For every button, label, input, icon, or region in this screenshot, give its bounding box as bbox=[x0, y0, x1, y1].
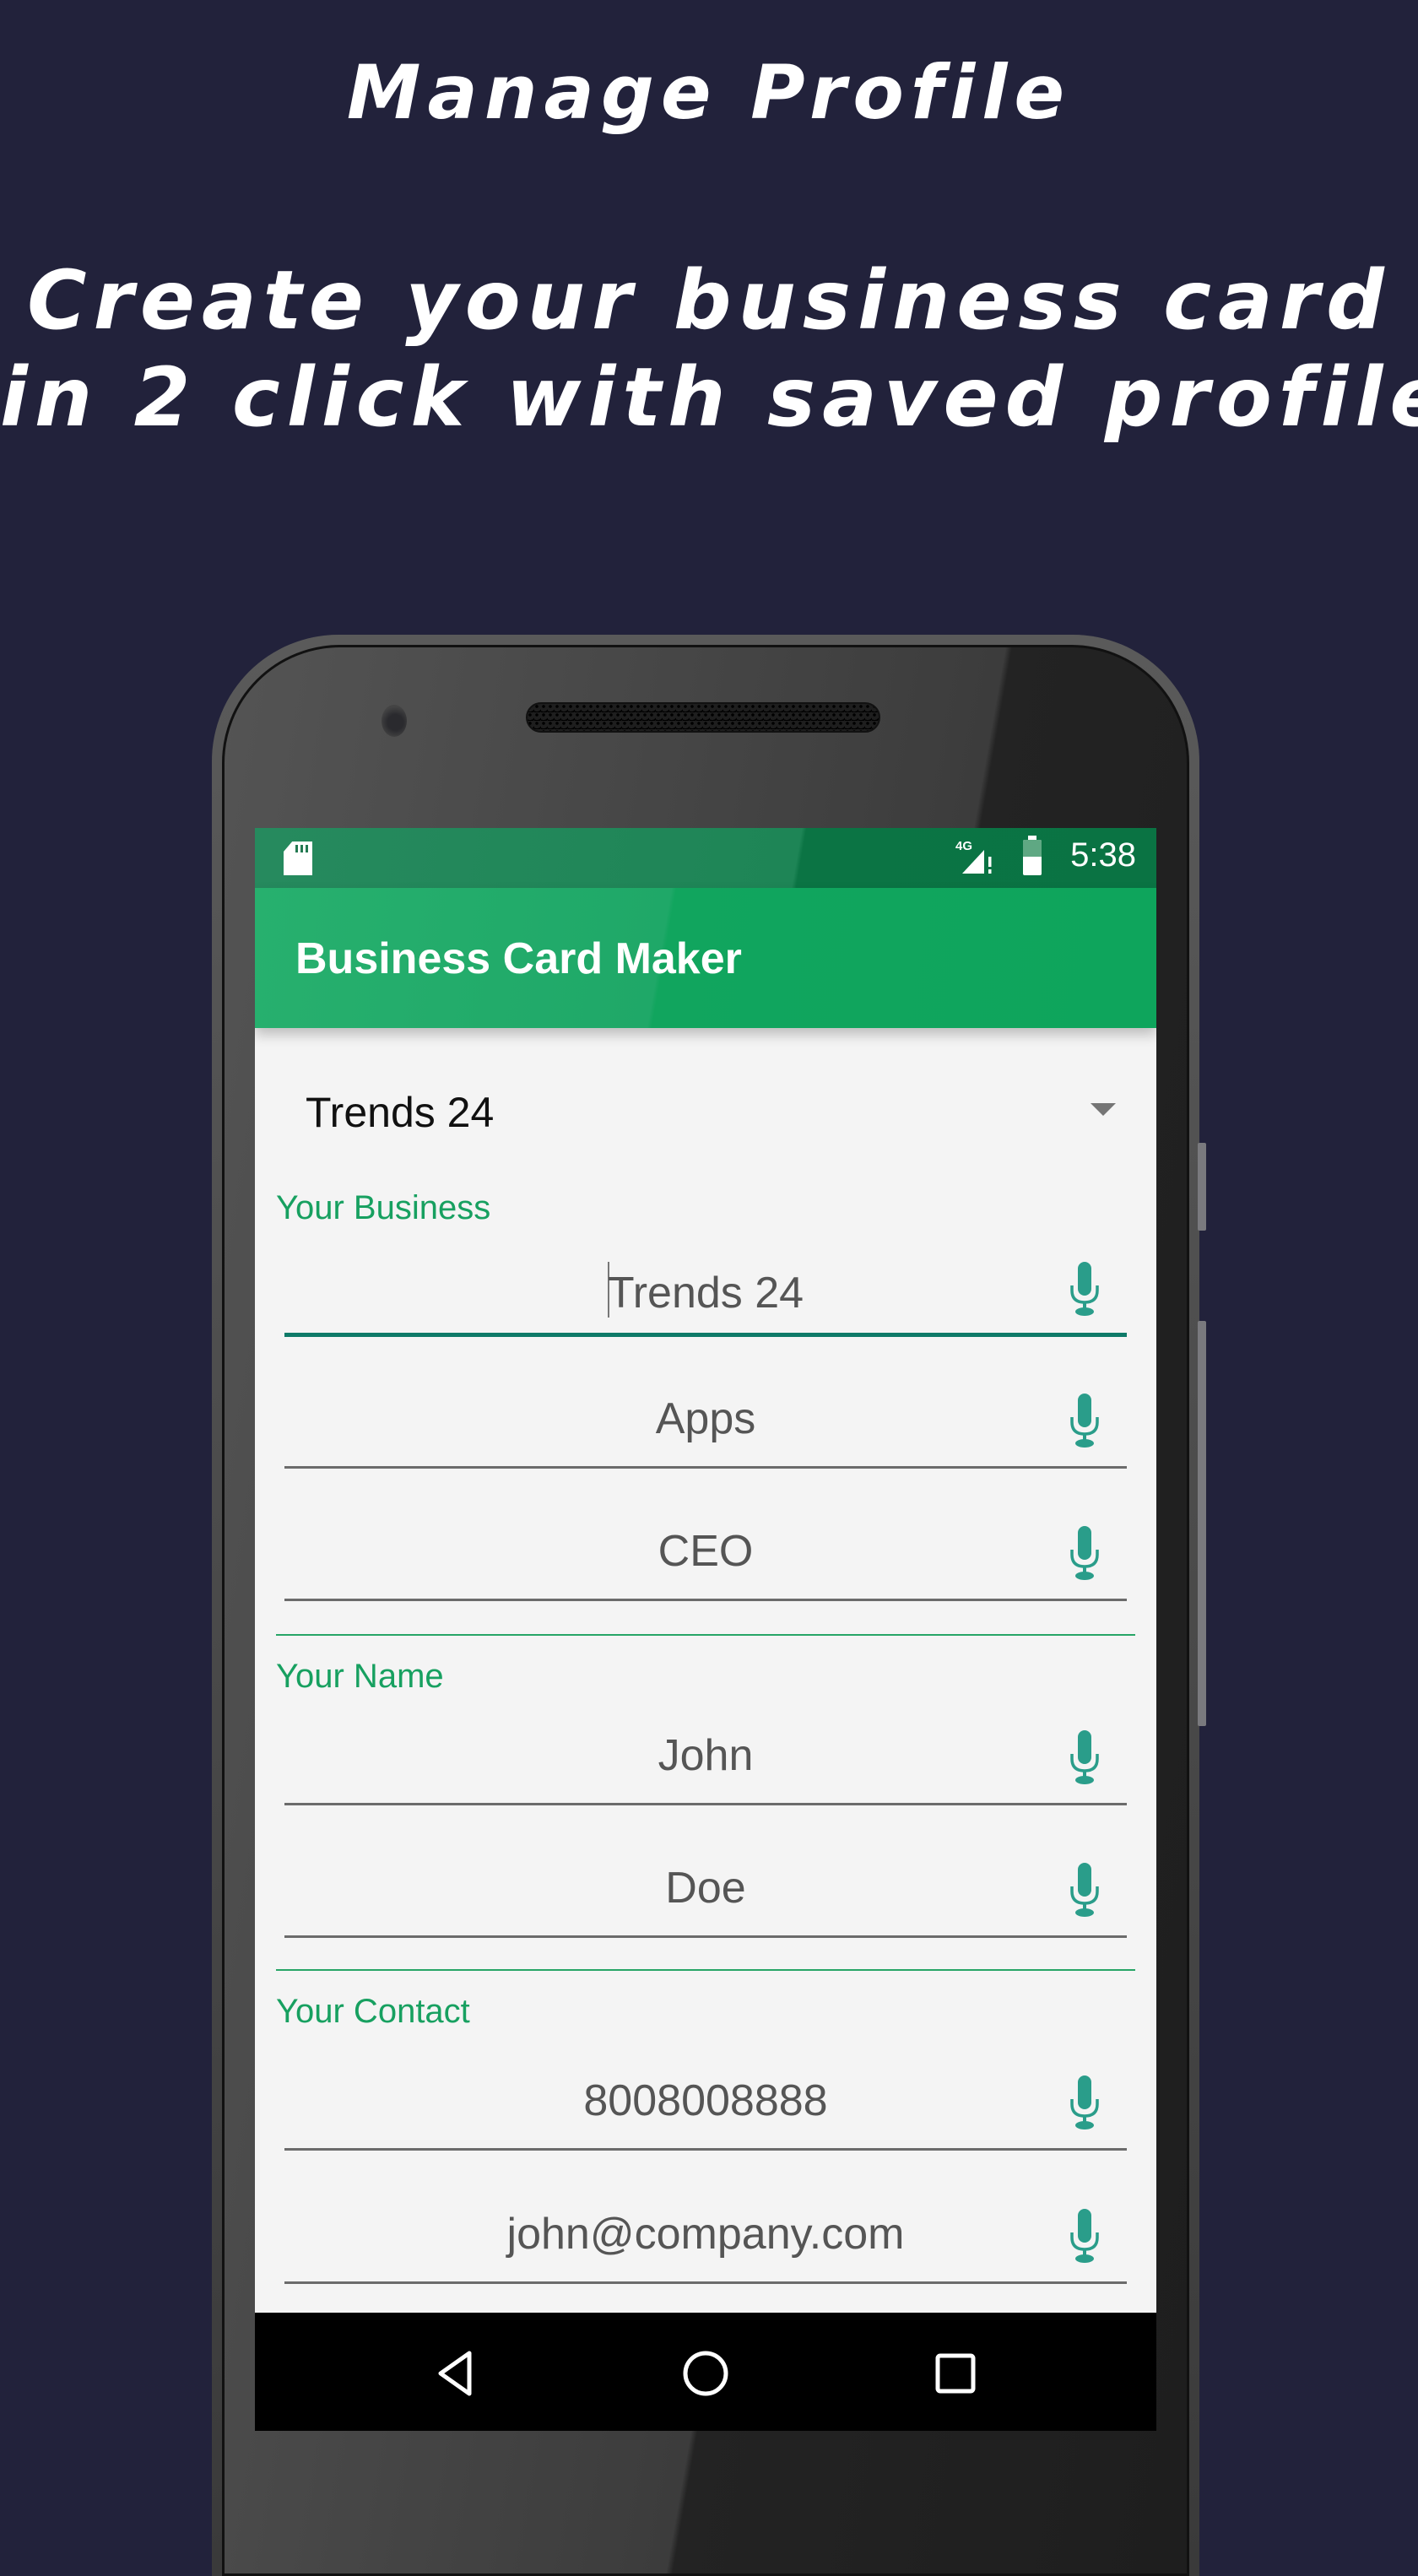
field-underline bbox=[284, 2281, 1127, 2284]
business-category-field[interactable]: Apps bbox=[284, 1388, 1127, 1469]
mic-icon[interactable] bbox=[1068, 1394, 1101, 1448]
app-title: Business Card Maker bbox=[295, 934, 742, 983]
section-divider bbox=[276, 1634, 1135, 1636]
field-underline bbox=[284, 1803, 1127, 1805]
field-underline bbox=[284, 1935, 1127, 1938]
recents-icon[interactable] bbox=[930, 2348, 981, 2399]
job-title-value: CEO bbox=[658, 1527, 754, 1576]
mic-icon[interactable] bbox=[1068, 1730, 1101, 1784]
mic-icon[interactable] bbox=[1068, 1526, 1101, 1580]
mic-icon[interactable] bbox=[1068, 1262, 1101, 1316]
field-underline bbox=[284, 1466, 1127, 1469]
last-name-value: Doe bbox=[665, 1864, 746, 1913]
first-name-value: John bbox=[658, 1731, 754, 1780]
phone-number-field[interactable]: 8008008888 bbox=[284, 2070, 1127, 2151]
power-button bbox=[1198, 1143, 1206, 1231]
status-bar: 4G 5:38 bbox=[255, 828, 1156, 888]
last-name-field[interactable]: Doe bbox=[284, 1858, 1127, 1938]
signal-no-data-icon: 4G bbox=[955, 839, 992, 874]
network-type-label: 4G bbox=[955, 839, 972, 853]
profile-spinner[interactable]: Trends 24 bbox=[280, 1073, 1133, 1149]
mic-icon[interactable] bbox=[1068, 1863, 1101, 1917]
section-label-business: Your Business bbox=[276, 1189, 491, 1226]
field-underline bbox=[284, 2148, 1127, 2151]
business-name-field[interactable]: Trends 24 bbox=[284, 1257, 1127, 1337]
promo-tagline-line2: in 2 click with saved profile!! bbox=[0, 350, 1418, 445]
home-icon[interactable] bbox=[680, 2348, 731, 2399]
promo-title: Manage Profile bbox=[346, 49, 1072, 136]
app-bar: Business Card Maker bbox=[255, 888, 1156, 1028]
mic-icon[interactable] bbox=[1068, 2209, 1101, 2263]
phone-number-value: 8008008888 bbox=[583, 2076, 828, 2125]
section-divider bbox=[276, 1969, 1135, 1971]
battery-charging-icon bbox=[1023, 836, 1042, 875]
mic-icon[interactable] bbox=[1068, 2075, 1101, 2130]
job-title-field[interactable]: CEO bbox=[284, 1521, 1127, 1601]
section-label-name: Your Name bbox=[276, 1658, 444, 1695]
promo-tagline-line1: Create your business card bbox=[27, 253, 1391, 348]
volume-rocker bbox=[1198, 1321, 1206, 1726]
status-time: 5:38 bbox=[1070, 836, 1136, 874]
earpiece-speaker bbox=[526, 702, 880, 733]
field-underline bbox=[284, 1599, 1127, 1601]
system-nav-bar bbox=[255, 2313, 1156, 2431]
dropdown-caret-icon bbox=[1091, 1103, 1116, 1116]
email-field[interactable]: john@company.com bbox=[284, 2204, 1127, 2284]
business-category-value: Apps bbox=[655, 1394, 756, 1443]
field-underline bbox=[284, 1333, 1127, 1337]
front-camera bbox=[382, 705, 407, 737]
business-name-value: Trends 24 bbox=[607, 1269, 804, 1318]
section-label-contact: Your Contact bbox=[276, 1993, 470, 2030]
back-icon[interactable] bbox=[430, 2348, 481, 2399]
email-value: john@company.com bbox=[506, 2210, 905, 2259]
profile-spinner-value: Trends 24 bbox=[306, 1089, 495, 1136]
first-name-field[interactable]: John bbox=[284, 1725, 1127, 1805]
phone-screen: 4G 5:38 Business Card Maker Trends 24 Yo… bbox=[255, 828, 1156, 2431]
sd-card-icon bbox=[284, 842, 312, 875]
